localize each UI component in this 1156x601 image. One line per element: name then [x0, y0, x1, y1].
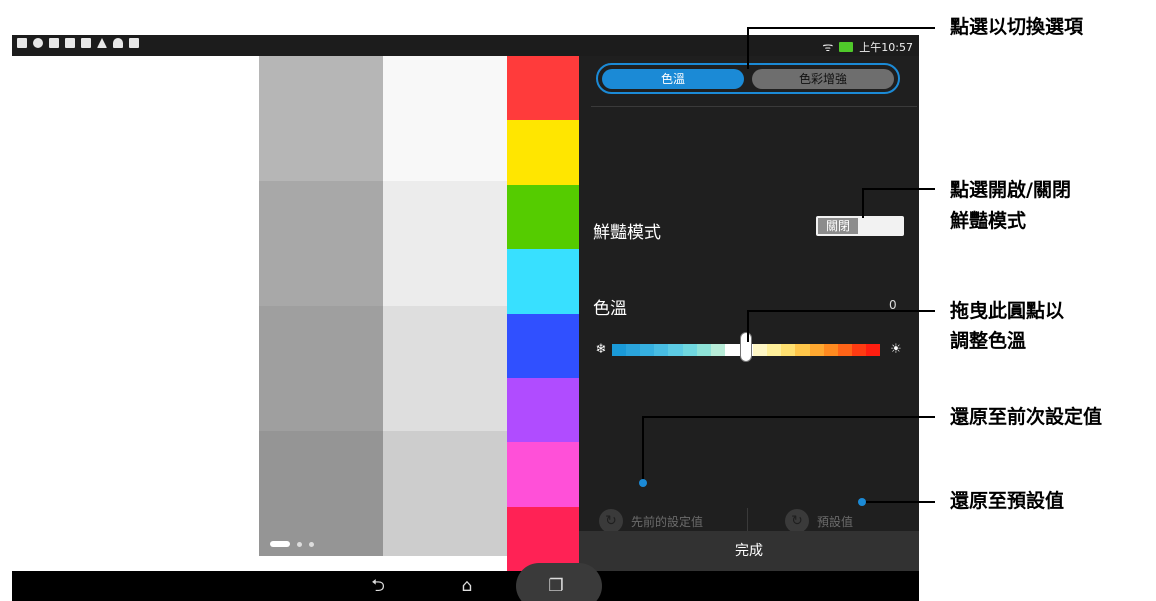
tab-color-enhancement[interactable]: 色彩增強 [752, 69, 894, 89]
slider-segment [640, 344, 655, 356]
vivid-mode-toggle[interactable]: 關閉 [816, 216, 904, 236]
color-swatch [507, 506, 579, 571]
clock: 上午10:57 [859, 40, 913, 54]
page-dot [297, 541, 302, 547]
color-swatch [507, 184, 579, 250]
tab-color-temperature[interactable]: 色溫 [602, 69, 744, 89]
slider-segment [724, 344, 739, 356]
slider-segment [781, 344, 796, 356]
slider-segment [851, 344, 866, 356]
color-swatch [383, 181, 507, 306]
back-icon[interactable]: ⮌ [364, 576, 392, 596]
slider-segment [612, 344, 627, 356]
recent-apps-icon[interactable]: ❐ [542, 576, 570, 596]
slider-segment [809, 344, 824, 356]
color-temperature-label: 色溫 [593, 299, 627, 319]
callout-line-toggle-v [862, 188, 864, 218]
sun-icon: ☀ [890, 342, 902, 357]
color-swatch [507, 120, 579, 185]
crosshair-icon [33, 38, 43, 48]
color-swatch [507, 56, 579, 121]
status-right: ᯤ 上午10:57 [822, 38, 913, 55]
color-swatch [259, 306, 383, 431]
previous-setting-button[interactable]: ↻ 先前的設定值 [599, 509, 703, 533]
cloud-upload-icon [113, 38, 123, 48]
slider-segment [865, 344, 881, 356]
callout-slider-line1: 拖曳此圓點以 [950, 300, 1065, 322]
slider-thumb[interactable] [740, 332, 752, 362]
divider [591, 106, 917, 107]
color-swatches [259, 56, 579, 571]
callout-slider-line2: 調整色溫 [950, 330, 1027, 352]
tablet-screen: ᯤ 上午10:57 色溫 色彩增強 鮮豔模式 關閉 色溫 0 ❄ ☀ ↻ 先前的… [12, 35, 919, 601]
gray-column-2 [383, 56, 507, 571]
slider-segment [668, 344, 683, 356]
calendar-icon [17, 38, 27, 48]
color-swatch [259, 431, 383, 556]
previous-setting-label: 先前的設定值 [631, 514, 704, 529]
gray-column-1 [259, 56, 383, 571]
toggle-state-label: 關閉 [818, 218, 858, 234]
callout-line-slider-h [747, 310, 935, 312]
color-swatch [507, 313, 579, 378]
slider-segment [837, 344, 852, 356]
callout-toggle-line2: 鮮豔模式 [950, 210, 1027, 232]
done-button[interactable]: 完成 [579, 531, 919, 571]
battery-charging-icon [839, 41, 854, 52]
callout-line-previous-h [642, 416, 935, 418]
page-dot-active [270, 541, 290, 547]
slider-segment [682, 344, 697, 356]
callout-marker-default [858, 498, 866, 506]
color-swatch [259, 181, 383, 306]
left-panel [12, 56, 259, 571]
color-swatch [383, 306, 507, 431]
color-swatch [507, 249, 579, 314]
slider-segment [767, 344, 782, 356]
default-setting-label: 預設值 [817, 514, 854, 529]
default-setting-button[interactable]: ↻ 預設值 [785, 509, 853, 533]
slider-segment [626, 344, 641, 356]
color-swatch [259, 56, 383, 181]
color-temperature-slider[interactable]: ❄ ☀ [593, 332, 904, 362]
display-settings-panel: 色溫 色彩增強 鮮豔模式 關閉 色溫 0 ❄ ☀ ↻ 先前的設定值 ↻ 預設值 [579, 56, 919, 571]
callout-toggle-line1: 點選開啟/關閉 [950, 179, 1071, 201]
slider-segment [696, 344, 711, 356]
warning-icon [97, 38, 107, 48]
document-edit-icon [65, 38, 75, 48]
home-icon[interactable]: ⌂ [453, 576, 481, 596]
slider-segment [710, 344, 725, 356]
callout-default: 還原至預設值 [950, 490, 1065, 512]
wifi-icon: ᯤ [822, 40, 834, 54]
slider-segment [654, 344, 669, 356]
callout-line-default-h [864, 501, 935, 503]
callout-tabs: 點選以切換選項 [950, 16, 1084, 38]
file-icon [49, 38, 59, 48]
snowflake-icon: ❄ [595, 342, 607, 357]
callout-previous: 還原至前次設定值 [950, 406, 1103, 428]
image-icon [129, 38, 139, 48]
reset-icon: ↻ [785, 509, 809, 533]
color-column [507, 56, 579, 571]
navigation-bar: ⮌ ⌂ ❐ [12, 563, 919, 601]
page-dot [309, 541, 314, 547]
callout-line-toggle-h [862, 188, 935, 190]
callout-line-tabs-h [747, 27, 935, 29]
reset-icon: ↻ [599, 509, 623, 533]
page-indicator[interactable] [270, 541, 314, 547]
color-swatch [507, 442, 579, 507]
slider-segment [823, 344, 838, 356]
callout-line-slider-v [747, 310, 749, 342]
window-icon [81, 38, 91, 48]
callout-line-previous-v [642, 416, 644, 482]
vivid-mode-label: 鮮豔模式 [593, 223, 661, 243]
slider-segment [795, 344, 810, 356]
slider-segment [753, 344, 768, 356]
callout-line-tabs-v [747, 27, 749, 69]
notification-icons [17, 38, 139, 48]
color-swatch [507, 377, 579, 443]
status-bar: ᯤ 上午10:57 [12, 35, 919, 56]
color-swatch [383, 56, 507, 181]
callout-marker-previous [639, 479, 647, 487]
color-swatch [383, 431, 507, 556]
